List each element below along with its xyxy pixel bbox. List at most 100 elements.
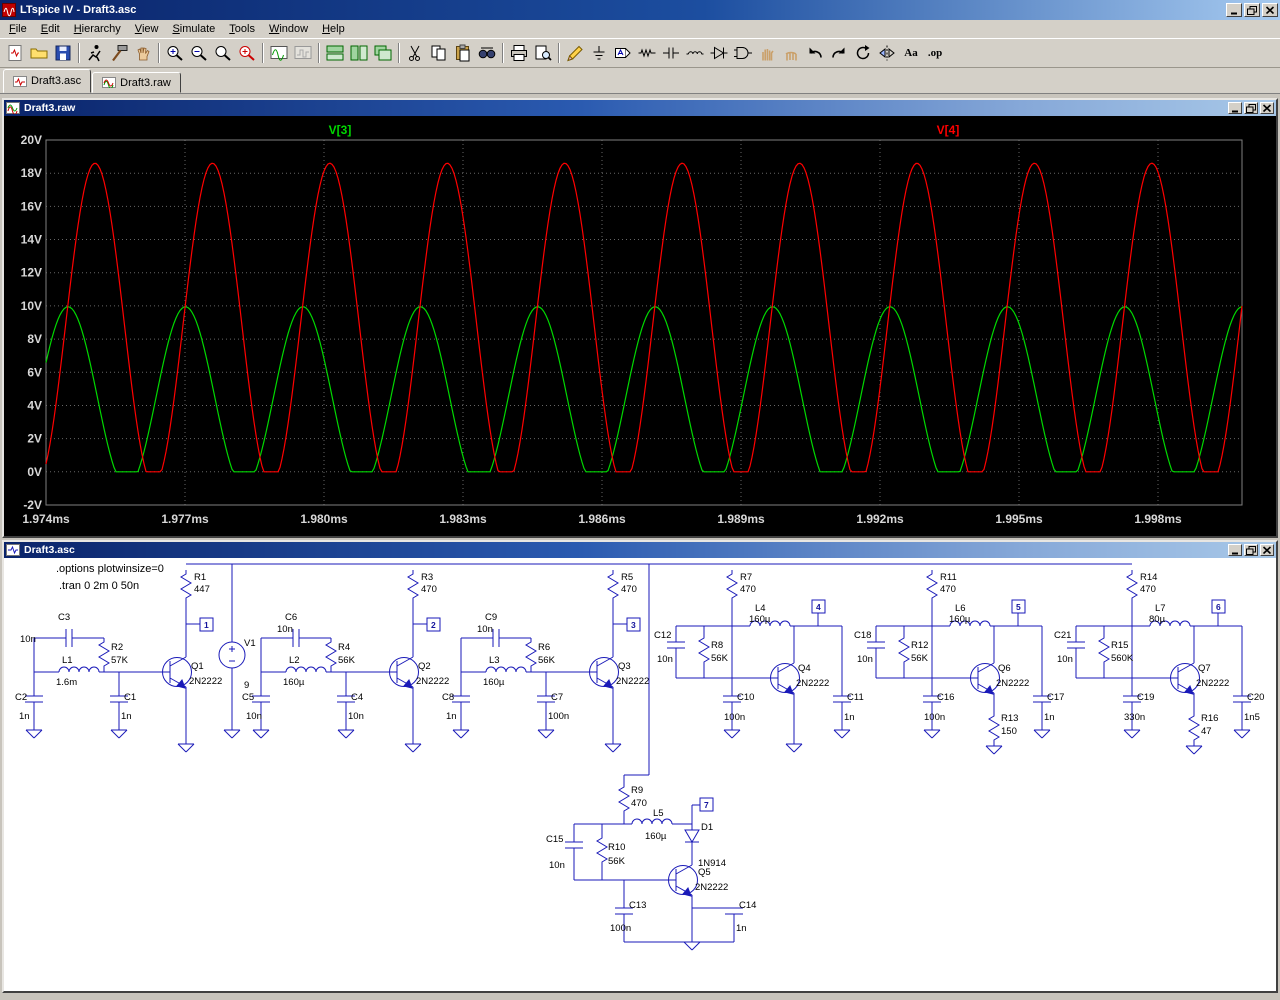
wire-button[interactable] (563, 41, 587, 65)
schematic-label: Q3 (618, 661, 631, 672)
new-schematic-button[interactable] (3, 41, 27, 65)
schematic-window-restore-button[interactable] (1244, 544, 1258, 556)
schematic-label: 100n (724, 712, 745, 723)
redo-button[interactable] (827, 41, 851, 65)
schematic-label: R14 (1140, 572, 1157, 583)
paste-button[interactable] (451, 41, 475, 65)
tab-draft3-raw[interactable]: Draft3.raw (92, 72, 181, 93)
schematic-label: 2N2222 (695, 882, 728, 893)
save-button[interactable] (51, 41, 75, 65)
plot-settings-button[interactable] (291, 41, 315, 65)
menu-edit[interactable]: Edit (34, 21, 67, 37)
schematic-canvas[interactable]: .options plotwinsize=0 .tran 0 2m 0 50n R1… (4, 558, 1276, 991)
find-button[interactable] (475, 41, 499, 65)
schematic-label: D1 (701, 822, 713, 833)
diode-button[interactable] (707, 41, 731, 65)
menu-tools[interactable]: Tools (222, 21, 262, 37)
spice-directive-button[interactable]: .op (923, 41, 947, 65)
print-button[interactable] (507, 41, 531, 65)
schematic-label: 447 (194, 584, 210, 595)
main-titlebar[interactable]: LTspice IV - Draft3.asc (0, 0, 1280, 20)
save-icon (55, 45, 71, 61)
print-preview-button[interactable] (531, 41, 555, 65)
menu-view[interactable]: View (128, 21, 166, 37)
waveform-window-titlebar[interactable]: Draft3.raw (4, 100, 1276, 116)
schematic-label: C6 (285, 612, 297, 623)
open-button[interactable] (27, 41, 51, 65)
undo-button[interactable] (803, 41, 827, 65)
zoom-full-button[interactable] (235, 41, 259, 65)
waveform-plot-svg[interactable]: 20V 18V 16V 14V 12V 10V 8V 6V 4V 2V 0V -2V1.974ms 1.… (4, 116, 1276, 536)
schematic-window-titlebar[interactable]: Draft3.asc (4, 542, 1276, 558)
main-close-button[interactable] (1262, 3, 1278, 17)
tab-label: Draft3.raw (120, 76, 171, 89)
schematic-label: Q5 (698, 867, 711, 878)
ground-button[interactable] (587, 41, 611, 65)
schematic-label: R16 (1201, 713, 1218, 724)
schematic-label: L4 (755, 603, 766, 614)
autorange-y-button[interactable] (267, 41, 291, 65)
mirror-button[interactable] (875, 41, 899, 65)
zoom-out-button[interactable] (187, 41, 211, 65)
schematic-label: R7 (740, 572, 752, 583)
waveform-window: Draft3.raw 20V 18V 16V 14V 12V 10V 8V 6V 4V 2V 0V -… (2, 98, 1278, 538)
component-button[interactable] (731, 41, 755, 65)
tile-horizontal-button[interactable] (323, 41, 347, 65)
net-label-button[interactable] (611, 41, 635, 65)
schematic-svg[interactable]: .options plotwinsize=0 .tran 0 2m 0 50n R1… (4, 558, 1276, 991)
y-tick-label: 12V (21, 266, 42, 280)
menu-file[interactable]: File (2, 21, 34, 37)
menu-hierarchy[interactable]: Hierarchy (67, 21, 128, 37)
schematic-label: R11 (940, 572, 957, 583)
y-tick-label: 2V (27, 432, 42, 446)
resistor-button[interactable] (635, 41, 659, 65)
menu-window[interactable]: Window (262, 21, 315, 37)
schematic-label: 330n (1124, 712, 1145, 723)
pause-button[interactable] (131, 41, 155, 65)
main-minimize-button[interactable] (1226, 3, 1242, 17)
tile-horizontal-icon (326, 45, 344, 61)
schematic-window-close-button[interactable] (1260, 544, 1274, 556)
waveform-window-close-button[interactable] (1260, 102, 1274, 114)
copy-button[interactable] (427, 41, 451, 65)
schematic-label: C10 (737, 692, 754, 703)
tile-vertical-button[interactable] (347, 41, 371, 65)
capacitor-button[interactable] (659, 41, 683, 65)
halt-button[interactable] (107, 41, 131, 65)
menu-simulate[interactable]: Simulate (165, 21, 222, 37)
schematic-window-title: Draft3.asc (24, 544, 75, 556)
schematic-window-minimize-button[interactable] (1228, 544, 1242, 556)
schematic-label: R5 (621, 572, 633, 583)
y-tick-label: 10V (21, 299, 42, 313)
move-button[interactable] (755, 41, 779, 65)
open-icon (30, 48, 48, 59)
schematic-label: 1n (121, 711, 132, 722)
waveform-plot[interactable]: 20V 18V 16V 14V 12V 10V 8V 6V 4V 2V 0V -2V 1.974ms 1.… (4, 116, 1276, 536)
inductor-button[interactable] (683, 41, 707, 65)
cut-button[interactable] (403, 41, 427, 65)
drag-button[interactable] (779, 41, 803, 65)
menu-help[interactable]: Help (315, 21, 352, 37)
schematic-label: C5 (242, 692, 254, 703)
waveform-window-minimize-button[interactable] (1228, 102, 1242, 114)
schematic-label: 1n5 (1244, 712, 1260, 723)
zoom-in-button[interactable] (163, 41, 187, 65)
main-restore-button[interactable] (1244, 3, 1260, 17)
text-tool-button[interactable]: Aa (899, 41, 923, 65)
x-tick-label: 1.995ms (995, 512, 1043, 526)
schematic-label: 10n (477, 624, 493, 635)
cascade-button[interactable] (371, 41, 395, 65)
schematic-label: 9 (244, 680, 249, 691)
run-button[interactable] (83, 41, 107, 65)
y-tick-label: 8V (27, 332, 42, 346)
tab-draft3-asc[interactable]: Draft3.asc (3, 69, 92, 93)
x-tick-label: 1.992ms (856, 512, 904, 526)
waveform-window-restore-button[interactable] (1244, 102, 1258, 114)
schematic-label: Q4 (798, 663, 811, 674)
plot-settings-icon (294, 46, 312, 59)
y-tick-label: 0V (27, 465, 42, 479)
schematic-label: 10n (549, 860, 565, 871)
rotate-button[interactable] (851, 41, 875, 65)
minimize-icon (1232, 110, 1238, 112)
zoom-area-button[interactable] (211, 41, 235, 65)
